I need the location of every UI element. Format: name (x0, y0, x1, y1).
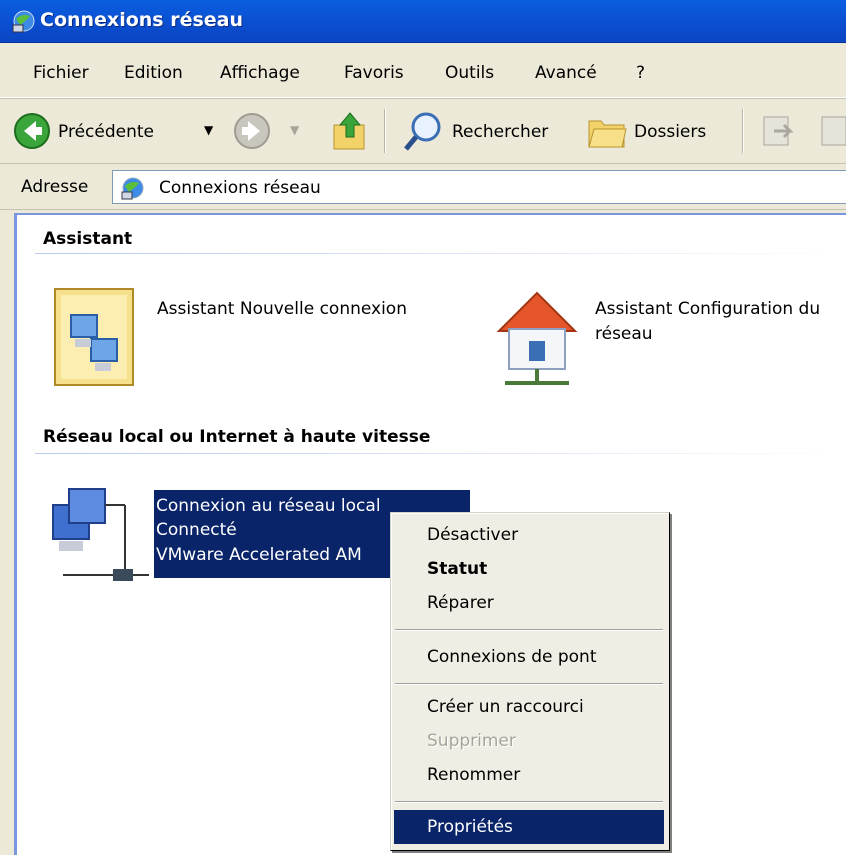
menu-outils[interactable]: Outils (445, 63, 494, 83)
window-title: Connexions réseau (40, 9, 244, 31)
toolbar-separator (742, 109, 744, 153)
back-arrow-icon[interactable] (12, 111, 52, 151)
back-dropdown-icon[interactable]: ▼ (204, 123, 213, 137)
ctx-separator (395, 683, 663, 685)
group-header-lan: Réseau local ou Internet à haute vitesse (43, 427, 431, 447)
group-divider (35, 453, 846, 454)
network-setup-wizard-label-line2[interactable]: réseau (595, 322, 653, 347)
forward-arrow-icon (234, 113, 270, 149)
network-setup-house-icon[interactable] (489, 285, 585, 389)
folders-button-label[interactable]: Dossiers (634, 122, 706, 142)
forward-dropdown-icon: ▼ (290, 123, 300, 137)
connection-device: VMware Accelerated AM (156, 545, 362, 565)
ctx-desactiver[interactable]: Désactiver (427, 525, 518, 545)
ctx-reparer[interactable]: Réparer (427, 593, 494, 613)
ctx-renommer[interactable]: Renommer (427, 765, 520, 785)
menu-avance[interactable]: Avancé (535, 63, 597, 83)
new-connection-wizard-icon[interactable] (51, 285, 137, 389)
ctx-supprimer: Supprimer (427, 731, 516, 751)
ctx-proprietes[interactable]: Propriétés (427, 817, 513, 837)
folders-icon[interactable] (586, 111, 628, 151)
ctx-creer-raccourci[interactable]: Créer un raccourci (427, 697, 584, 717)
network-connections-icon (121, 177, 144, 200)
move-to-icon (763, 116, 794, 146)
search-button-label[interactable]: Rechercher (452, 122, 548, 142)
menu-favoris[interactable]: Favoris (344, 63, 404, 83)
network-connections-icon (12, 10, 35, 33)
back-button-label[interactable]: Précédente (58, 122, 154, 142)
title-bar[interactable]: Connexions réseau (0, 0, 846, 43)
menu-affichage[interactable]: Affichage (220, 63, 300, 83)
copy-to-icon (821, 116, 846, 146)
menu-fichier[interactable]: Fichier (33, 63, 89, 83)
lan-connection-icon[interactable] (49, 485, 153, 585)
toolbar: Précédente ▼ ▼ Rechercher Dossiers (0, 98, 846, 164)
address-value: Connexions réseau (159, 178, 321, 198)
connection-status: Connecté (156, 520, 237, 540)
ctx-connexions-de-pont[interactable]: Connexions de pont (427, 647, 597, 667)
toolbar-separator (384, 109, 386, 153)
menu-help[interactable]: ? (636, 63, 645, 83)
address-label: Adresse (21, 177, 89, 197)
ctx-separator (395, 801, 663, 803)
new-connection-wizard-label[interactable]: Assistant Nouvelle connexion (157, 297, 407, 322)
ctx-statut[interactable]: Statut (427, 559, 487, 579)
context-menu: Désactiver Statut Réparer Connexions de … (390, 512, 670, 851)
group-divider (35, 253, 846, 254)
network-setup-wizard-label-line1[interactable]: Assistant Configuration du (595, 297, 820, 322)
magnifier-icon[interactable] (400, 109, 444, 153)
menu-edition[interactable]: Edition (124, 63, 183, 83)
menu-bar: Fichier Edition Affichage Favoris Outils… (0, 43, 846, 98)
group-header-assistant: Assistant (43, 229, 133, 249)
folder-up-icon[interactable] (330, 109, 370, 153)
ctx-separator (395, 629, 663, 631)
address-input[interactable]: Connexions réseau (112, 170, 846, 204)
connection-name[interactable]: Connexion au réseau local (156, 494, 381, 519)
